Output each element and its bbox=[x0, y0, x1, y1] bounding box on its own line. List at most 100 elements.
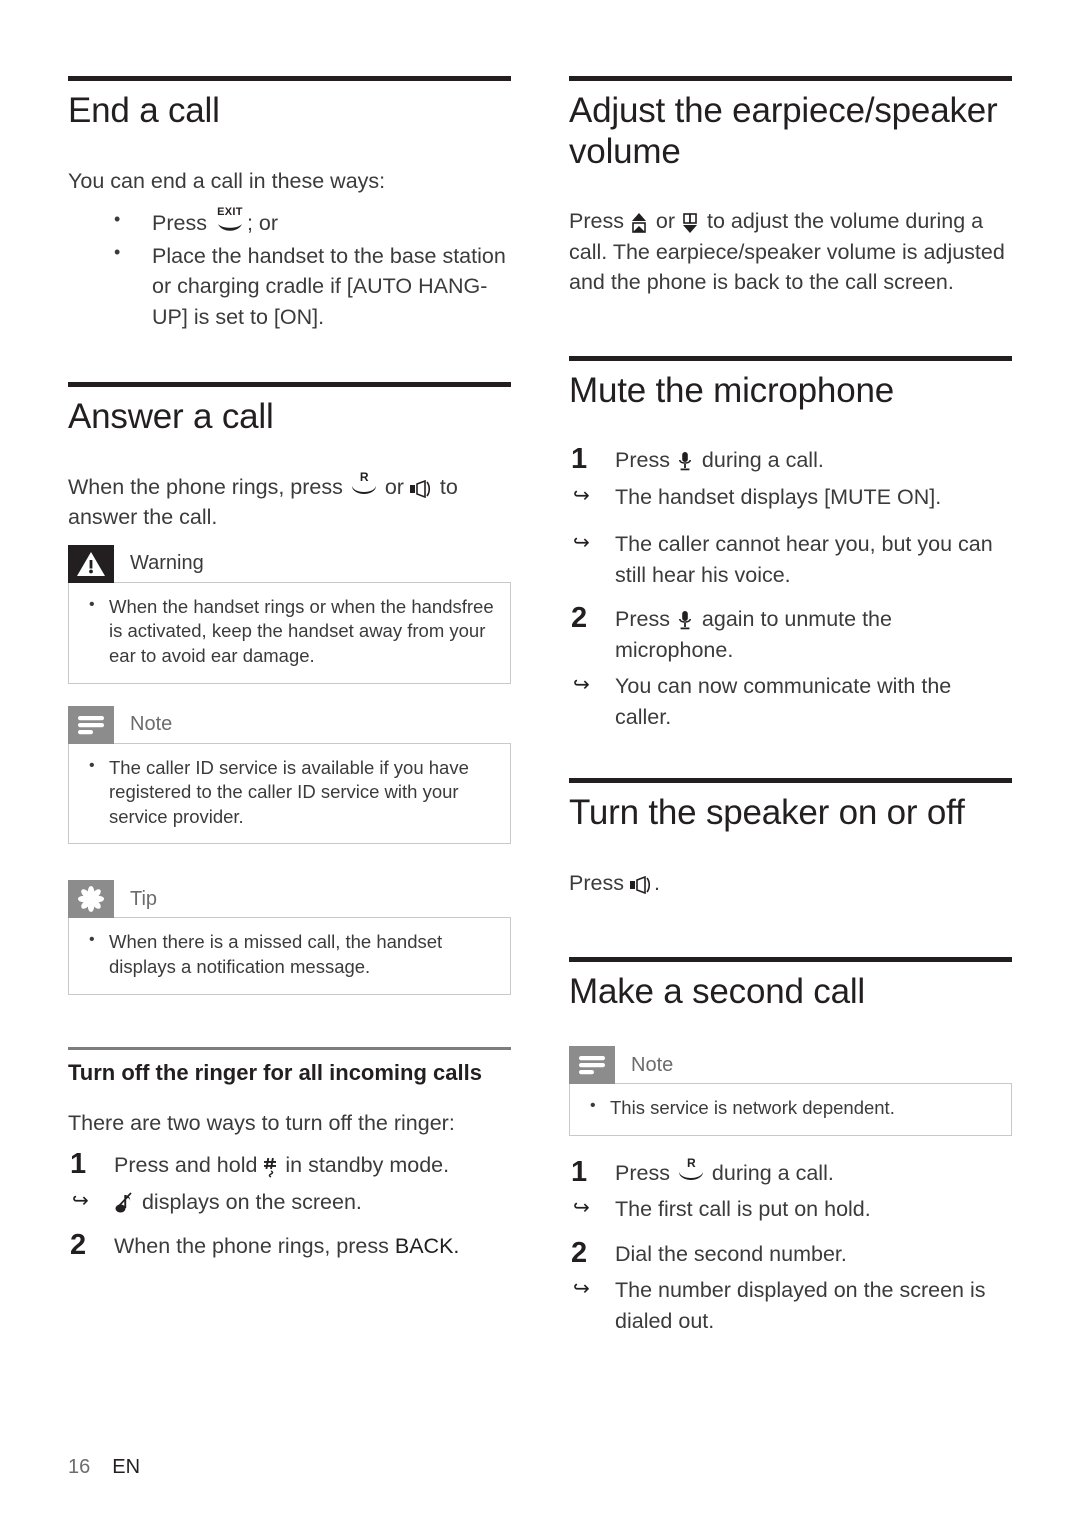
callout-header: Note bbox=[68, 705, 511, 744]
step-1: 1 Press during a call. bbox=[569, 443, 1012, 476]
step-text-post: BACK. bbox=[394, 1234, 460, 1259]
callout-body: The caller ID service is available if yo… bbox=[68, 742, 511, 845]
step-2: 2 Dial the second number. bbox=[569, 1236, 1012, 1270]
page-title-end-a-call: End a call bbox=[68, 91, 220, 130]
bullet-text-or: ; or bbox=[246, 211, 279, 236]
substep: ↪ You can now communicate with the caller… bbox=[569, 671, 1012, 732]
section-rule bbox=[569, 355, 1012, 361]
talk-r-icon: R bbox=[349, 471, 379, 499]
list-item: This service is network dependent. bbox=[584, 1095, 997, 1121]
callout-list: When there is a missed call, the handset… bbox=[83, 929, 496, 979]
callout-body: When there is a missed call, the handset… bbox=[68, 917, 511, 995]
speaker-text-post: . bbox=[653, 871, 660, 896]
two-column-layout: End a call You can end a call in these w… bbox=[68, 76, 1012, 1336]
page-title-adjust-volume: Adjust the earpiece/speaker volume bbox=[569, 91, 998, 171]
volume-up-icon bbox=[630, 210, 650, 234]
speaker-icon bbox=[629, 874, 654, 895]
substep-text: The caller cannot hear you, but you can … bbox=[615, 532, 993, 587]
warning-triangle-icon bbox=[68, 544, 114, 583]
volume-text-pre: Press bbox=[569, 209, 630, 234]
step-text: Press again to unmute the microphone. bbox=[615, 607, 892, 662]
volume-text-mid: or bbox=[649, 209, 682, 234]
step-text-pre: Press bbox=[615, 1160, 676, 1185]
step-text: Dial the second number. bbox=[615, 1242, 847, 1266]
step-number: 2 bbox=[571, 1236, 588, 1269]
substep-text: The number displayed on the screen is di… bbox=[615, 1278, 986, 1333]
step-2: 2 Press again to unmute the microphone. bbox=[569, 602, 1012, 665]
callout-list: This service is network dependent. bbox=[584, 1095, 997, 1121]
page-title-answer-a-call: Answer a call bbox=[68, 397, 274, 437]
talk-r-icon: R bbox=[676, 1157, 706, 1185]
arrow-icon: ↪ bbox=[573, 1197, 590, 1220]
callout-label-warning: Warning bbox=[130, 552, 204, 575]
callout-note: Note This service is network dependent. bbox=[569, 1046, 1012, 1136]
step-number: 2 bbox=[571, 602, 588, 635]
turn-speaker-paragraph: Press . bbox=[569, 868, 1012, 899]
step-text-pre: When the phone rings, press bbox=[114, 1234, 395, 1259]
callout-list: The caller ID service is available if yo… bbox=[83, 755, 496, 830]
section-adjust-volume: Adjust the earpiece/speaker volume Press… bbox=[569, 76, 1012, 298]
tip-asterisk-icon bbox=[68, 880, 114, 919]
substep: ↪ The caller cannot hear you, but you can… bbox=[569, 529, 1012, 590]
substep: ↪ The handset displays [MUTE ON]. bbox=[569, 482, 1012, 513]
speaker-text-pre: Press bbox=[569, 871, 630, 896]
callout-body: When the handset rings or when the hands… bbox=[68, 581, 511, 684]
step-number: 2 bbox=[70, 1229, 87, 1262]
page-number: 16 bbox=[68, 1456, 91, 1478]
section-rule bbox=[569, 778, 1012, 784]
adjust-volume-paragraph: Press or to adjust the volume during a c… bbox=[569, 206, 1012, 298]
substep: ↪ The first call is put on hold. bbox=[569, 1194, 1012, 1225]
page-title-turn-speaker: Turn the speaker on or off bbox=[569, 793, 965, 833]
callout-label-tip: Tip bbox=[130, 887, 158, 910]
page-language: EN bbox=[112, 1456, 141, 1478]
note-lines-icon bbox=[68, 705, 114, 744]
step-number: 1 bbox=[571, 1155, 588, 1188]
arrow-icon: ↪ bbox=[573, 484, 590, 507]
step-text-post: in standby mode. bbox=[279, 1153, 450, 1178]
callout-header: Warning bbox=[68, 544, 511, 583]
arrow-icon: ↪ bbox=[573, 532, 590, 555]
callout-list: When the handset rings or when the hands… bbox=[83, 594, 496, 669]
step-text-post: during a call. bbox=[705, 1160, 834, 1185]
step-text-pre: Press and hold bbox=[114, 1153, 264, 1178]
step-text: Press during a call. bbox=[615, 448, 824, 472]
microphone-icon bbox=[676, 449, 696, 472]
answer-call-paragraph: When the phone rings, press R or to answ… bbox=[68, 471, 511, 533]
answer-text-mid: or bbox=[378, 474, 410, 499]
callout-label-note: Note bbox=[130, 713, 173, 736]
callout-header: Note bbox=[569, 1046, 1012, 1085]
step-number: 1 bbox=[70, 1148, 87, 1181]
arrow-icon: ↪ bbox=[573, 1278, 590, 1301]
note-lines-icon bbox=[569, 1046, 615, 1085]
step-text: When the phone rings, press BACK. bbox=[114, 1234, 459, 1258]
list-item: When there is a missed call, the handset… bbox=[83, 929, 496, 979]
section-end-a-call: End a call You can end a call in these w… bbox=[68, 76, 511, 332]
callout-note: Note The caller ID service is available … bbox=[68, 705, 511, 845]
arrow-icon: ↪ bbox=[72, 1189, 89, 1212]
left-column: End a call You can end a call in these w… bbox=[68, 76, 511, 1336]
turn-off-ringer-intro: There are two ways to turn off the ringe… bbox=[68, 1110, 455, 1135]
substep-text: The handset displays [MUTE ON]. bbox=[615, 484, 942, 509]
substep-text: displays on the screen. bbox=[136, 1189, 362, 1214]
step-text-pre: Dial the second number. bbox=[615, 1241, 847, 1266]
section-rule bbox=[68, 76, 511, 81]
section-rule bbox=[569, 76, 1012, 81]
substep: ↪ The number displayed on the screen is d… bbox=[569, 1275, 1012, 1336]
step-2: 2 When the phone rings, press BACK. bbox=[68, 1229, 511, 1262]
step-text-pre: Press bbox=[615, 448, 676, 473]
substep-text: You can now communicate with the caller. bbox=[615, 674, 952, 729]
step-text-post: during a call. bbox=[695, 448, 824, 473]
hangup-exit-icon: EXIT bbox=[213, 207, 247, 234]
ringer-off-note-icon bbox=[114, 1190, 136, 1214]
list-item: Place the handset to the base station or… bbox=[68, 240, 511, 333]
section-make-second-call: Make a second call Note • This service i… bbox=[569, 956, 1012, 1337]
subsection-rule bbox=[68, 1046, 511, 1050]
page-title-mute-microphone: Mute the microphone bbox=[569, 370, 894, 410]
volume-down-icon bbox=[681, 210, 701, 234]
section-mute-microphone: Mute the microphone 1 Press during a cal… bbox=[569, 355, 1012, 733]
hash-key-icon bbox=[263, 1154, 279, 1179]
section-rule bbox=[569, 956, 1012, 962]
callout-header: Tip bbox=[68, 880, 511, 919]
section-rule bbox=[68, 382, 511, 388]
callout-label-note: Note bbox=[631, 1053, 674, 1076]
